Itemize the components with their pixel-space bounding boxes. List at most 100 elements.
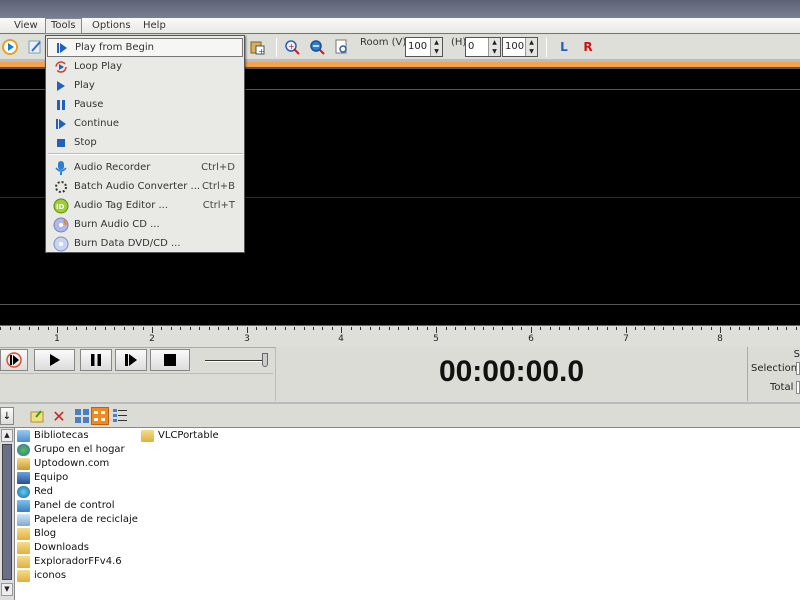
new-folder-icon[interactable] bbox=[28, 407, 46, 425]
tools-menu-item-batch-audio-converter[interactable]: Batch Audio Converter ... Ctrl+B bbox=[47, 177, 243, 196]
file-item[interactable]: Panel de control bbox=[17, 499, 115, 513]
tools-menu-item-play[interactable]: Play bbox=[47, 76, 243, 95]
h-zoom-value: 100 bbox=[505, 41, 525, 52]
vertical-scrollbar[interactable]: ▲ ▼ bbox=[0, 428, 15, 600]
computer-icon bbox=[17, 472, 30, 484]
network-icon bbox=[17, 486, 30, 498]
tools-menu-item-stop[interactable]: Stop bbox=[47, 133, 243, 152]
tools-menu-item-loop-play[interactable]: Loop Play bbox=[47, 57, 243, 76]
ruler-tick bbox=[711, 327, 712, 330]
menu-view[interactable]: View bbox=[9, 19, 43, 33]
tools-menu-item-continue[interactable]: Continue bbox=[47, 114, 243, 133]
file-item[interactable]: Papelera de reciclaje bbox=[17, 513, 138, 527]
microphone-icon bbox=[51, 160, 71, 176]
file-name: iconos bbox=[34, 570, 67, 581]
menu-item-label: Audio Recorder bbox=[74, 162, 151, 173]
details-view-icon[interactable] bbox=[111, 407, 129, 425]
ruler-tick bbox=[682, 327, 683, 330]
ruler-tick bbox=[341, 327, 342, 333]
time-ruler[interactable]: 1 2 3 4 5 6 7 8 bbox=[0, 325, 800, 347]
zoom-out-icon[interactable] bbox=[308, 38, 326, 56]
spinner-arrows-icon[interactable]: ▲ ▼ bbox=[430, 38, 442, 56]
ruler-tick bbox=[474, 327, 475, 330]
ruler-tick bbox=[607, 327, 608, 330]
file-item[interactable]: Equipo bbox=[17, 471, 68, 485]
file-item[interactable]: Downloads bbox=[17, 541, 89, 555]
ruler-tick bbox=[29, 327, 30, 330]
scroll-up-icon[interactable]: ▲ bbox=[1, 429, 13, 442]
volume-slider-track[interactable] bbox=[205, 360, 265, 362]
large-icons-view-icon[interactable] bbox=[73, 407, 91, 425]
ruler-tick bbox=[644, 327, 645, 330]
tools-menu-item-burn-data-dvd-cd[interactable]: Burn Data DVD/CD ... bbox=[47, 234, 243, 253]
menu-help[interactable]: Help bbox=[138, 19, 171, 33]
folder-icon bbox=[17, 556, 30, 568]
tools-menu-item-audio-recorder[interactable]: Audio Recorder Ctrl+D bbox=[47, 158, 243, 177]
menu-options[interactable]: Options bbox=[87, 19, 136, 33]
ruler-tick bbox=[124, 327, 125, 330]
ruler-tick bbox=[569, 327, 570, 330]
total-field[interactable] bbox=[796, 381, 800, 394]
ruler-tick bbox=[294, 327, 295, 330]
edit-icon[interactable] bbox=[26, 38, 44, 56]
control-panel-icon bbox=[17, 500, 30, 512]
ruler-tick bbox=[436, 327, 437, 333]
down-arrow-button[interactable]: ↓ bbox=[0, 407, 14, 425]
paste-new-icon[interactable]: + bbox=[248, 38, 266, 56]
spinner-arrows-icon[interactable]: ▲ ▼ bbox=[525, 38, 537, 56]
zoom-in-icon[interactable]: + bbox=[283, 38, 301, 56]
pause-button[interactable] bbox=[80, 349, 112, 371]
pause-icon bbox=[51, 99, 71, 111]
continue-button[interactable] bbox=[115, 349, 147, 371]
menu-item-label: Burn Audio CD ... bbox=[74, 219, 160, 230]
continue-icon bbox=[51, 118, 71, 130]
ruler-tick bbox=[114, 327, 115, 330]
h-zoom-spinner[interactable]: 100 ▲ ▼ bbox=[502, 37, 538, 57]
tools-menu-item-pause[interactable]: Pause bbox=[47, 95, 243, 114]
delete-icon[interactable]: ✕ bbox=[50, 407, 68, 426]
file-item[interactable]: Uptodown.com bbox=[17, 457, 109, 471]
h-offset-spinner[interactable]: 0 ▲ ▼ bbox=[465, 37, 501, 57]
ruler-label: 2 bbox=[149, 334, 155, 344]
list-view-icon[interactable] bbox=[91, 407, 109, 425]
ruler-tick bbox=[512, 327, 513, 330]
menu-tools[interactable]: Tools bbox=[45, 18, 82, 34]
file-item[interactable]: Blog bbox=[17, 527, 56, 541]
file-item[interactable]: VLCPortable bbox=[141, 429, 219, 443]
tools-menu-item-play-from-begin[interactable]: Play from Begin bbox=[47, 38, 243, 57]
selection-label: Selection bbox=[751, 363, 798, 374]
ruler-tick bbox=[427, 327, 428, 330]
loop-play-icon bbox=[51, 60, 71, 74]
file-item[interactable]: iconos bbox=[17, 569, 66, 583]
stop-button[interactable] bbox=[150, 349, 190, 371]
file-item[interactable]: Grupo en el hogar bbox=[17, 443, 125, 457]
ruler-tick bbox=[635, 327, 636, 330]
right-channel-button[interactable]: R bbox=[579, 38, 597, 56]
spinner-arrows-icon[interactable]: ▲ ▼ bbox=[488, 38, 500, 56]
file-list: Bibliotecas Grupo en el hogar Uptodown.com… bbox=[15, 428, 800, 600]
file-item[interactable]: Bibliotecas bbox=[17, 429, 89, 443]
file-item[interactable]: ExploradorFFv4.6 bbox=[17, 555, 122, 569]
menu-item-label: Audio Tag Editor ... bbox=[74, 200, 169, 211]
ruler-tick bbox=[275, 327, 276, 330]
left-channel-button[interactable]: L bbox=[555, 38, 573, 56]
volume-slider-handle[interactable] bbox=[262, 353, 268, 367]
play-from-begin-button[interactable] bbox=[0, 349, 28, 371]
tools-menu-item-audio-tag-editor[interactable]: ID Audio Tag Editor ... Ctrl+T bbox=[47, 196, 243, 215]
scroll-down-icon[interactable]: ▼ bbox=[1, 583, 13, 596]
tools-menu-item-burn-audio-cd[interactable]: Burn Audio CD ... bbox=[47, 215, 243, 234]
play-button[interactable] bbox=[34, 349, 75, 371]
selection-panel: S Selection Total bbox=[747, 347, 800, 401]
file-item[interactable]: Red bbox=[17, 485, 53, 499]
selection-field[interactable] bbox=[796, 362, 800, 375]
scroll-thumb[interactable] bbox=[2, 444, 12, 580]
ruler-tick bbox=[360, 327, 361, 330]
room-v-spinner[interactable]: 100 ▲ ▼ bbox=[405, 37, 443, 57]
ruler-label: 8 bbox=[717, 334, 723, 344]
ruler-tick bbox=[143, 327, 144, 330]
zoom-fit-icon[interactable] bbox=[333, 38, 351, 56]
menu-item-label: Play bbox=[74, 80, 95, 91]
ruler-tick bbox=[379, 327, 380, 330]
ruler-label: 7 bbox=[623, 334, 629, 344]
media-player-icon[interactable] bbox=[1, 38, 19, 56]
